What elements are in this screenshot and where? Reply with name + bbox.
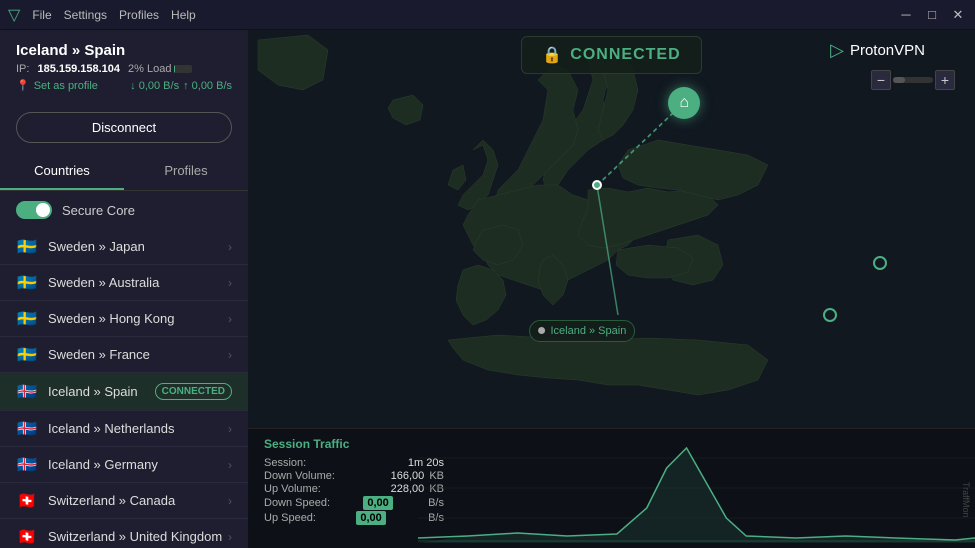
server-name-sweden-japan: Sweden » Japan	[48, 239, 228, 254]
server-item-switzerland-uk[interactable]: 🇨🇭 Switzerland » United Kingdom ›	[0, 519, 248, 548]
toggle-knob	[36, 203, 50, 217]
chevron-icon-2: ›	[228, 276, 232, 290]
traffmon-label: TraffMon	[961, 482, 971, 518]
server-load: 2% Load	[128, 63, 192, 75]
minimize-button[interactable]: ─	[897, 7, 915, 23]
server-list: 🇸🇪 Sweden » Japan › 🇸🇪 Sweden » Australi…	[0, 229, 248, 548]
flag-sweden-hk: 🇸🇪	[16, 311, 38, 326]
tab-countries[interactable]: Countries	[0, 153, 124, 190]
flag-iceland-spain: 🇮🇸	[16, 384, 38, 399]
traffic-stats: Session: 1m 20s Down Volume: 166,00 KB U…	[264, 457, 444, 525]
ip-label: IP:	[16, 63, 29, 75]
menu-bar: File Settings Profiles Help	[32, 8, 195, 22]
connection-info: Iceland » Spain IP: 185.159.158.104 2% L…	[0, 30, 248, 104]
server-item-sweden-france[interactable]: 🇸🇪 Sweden » France ›	[0, 337, 248, 373]
chevron-icon-8: ›	[228, 530, 232, 544]
server-item-switzerland-canada[interactable]: 🇨🇭 Switzerland » Canada ›	[0, 483, 248, 519]
traffic-row-up-vol: Up Volume: 228,00 KB	[264, 483, 444, 495]
traffic-chart	[418, 428, 975, 548]
traffic-panel: Session Traffic Session: 1m 20s Down Vol…	[248, 428, 975, 548]
server-item-iceland-spain[interactable]: 🇮🇸 Iceland » Spain CONNECTED	[0, 373, 248, 411]
server-name-sweden-france: Sweden » France	[48, 347, 228, 362]
chart-svg	[418, 428, 975, 548]
server-name-sweden-hk: Sweden » Hong Kong	[48, 311, 228, 326]
flag-sweden-france: 🇸🇪	[16, 347, 38, 362]
maximize-button[interactable]: □	[923, 7, 941, 23]
chevron-icon-4: ›	[228, 348, 232, 362]
server-item-iceland-germany[interactable]: 🇮🇸 Iceland » Germany ›	[0, 447, 248, 483]
session-label: Session:	[264, 457, 306, 469]
zoom-in-button[interactable]: +	[935, 70, 955, 90]
connected-server: Iceland » Spain	[16, 42, 232, 59]
down-speed-value: 0,00	[363, 496, 392, 510]
server-name-iceland-de: Iceland » Germany	[48, 457, 228, 472]
secure-core-row: Secure Core	[0, 191, 248, 229]
map-panel: ⌂ Iceland » Spain 🔒 CONNECTED	[248, 30, 975, 548]
chevron-icon: ›	[228, 240, 232, 254]
server-item-iceland-netherlands[interactable]: 🇮🇸 Iceland » Netherlands ›	[0, 411, 248, 447]
server-name-switzerland-uk: Switzerland » United Kingdom	[48, 529, 228, 544]
traffic-row-session: Session: 1m 20s	[264, 457, 444, 469]
server-item-sweden-japan[interactable]: 🇸🇪 Sweden » Japan ›	[0, 229, 248, 265]
zoom-out-button[interactable]: −	[871, 70, 891, 90]
menu-settings[interactable]: Settings	[64, 8, 107, 22]
ip-address: 185.159.158.104	[37, 63, 120, 75]
load-bar	[174, 65, 192, 73]
proton-icon: ▷	[830, 40, 844, 61]
traffic-row-down-vol: Down Volume: 166,00 KB	[264, 470, 444, 482]
main-container: Iceland » Spain IP: 185.159.158.104 2% L…	[0, 30, 975, 548]
secure-core-label: Secure Core	[62, 203, 135, 218]
profile-label: Set as profile	[34, 80, 98, 92]
title-bar: ▽ File Settings Profiles Help ─ □ ✕	[0, 0, 975, 30]
flag-switzerland-uk: 🇨🇭	[16, 529, 38, 544]
traffic-row-up-speed: Up Speed: 0,00 B/s	[264, 511, 444, 525]
chevron-icon-7: ›	[228, 494, 232, 508]
menu-file[interactable]: File	[32, 8, 51, 22]
chevron-icon-5: ›	[228, 422, 232, 436]
down-vol-label: Down Volume:	[264, 470, 335, 482]
zoom-slider[interactable]	[893, 77, 933, 83]
server-name-iceland-nl: Iceland » Netherlands	[48, 421, 228, 436]
down-speed-label: Down Speed:	[264, 497, 330, 509]
connection-details: IP: 185.159.158.104 2% Load	[16, 63, 232, 75]
zoom-slider-fill	[893, 77, 905, 83]
server-name-iceland-spain: Iceland » Spain	[48, 384, 155, 399]
flag-sweden-japan: 🇸🇪	[16, 239, 38, 254]
flag-sweden-australia: 🇸🇪	[16, 275, 38, 290]
pin-icon: 📍	[16, 79, 30, 92]
up-speed-label: Up Speed:	[264, 512, 316, 524]
flag-iceland-nl: 🇮🇸	[16, 421, 38, 436]
menu-help[interactable]: Help	[171, 8, 196, 22]
flag-switzerland-canada: 🇨🇭	[16, 493, 38, 508]
close-button[interactable]: ✕	[949, 7, 967, 23]
connected-badge: CONNECTED	[155, 383, 232, 400]
server-name-sweden-australia: Sweden » Australia	[48, 275, 228, 290]
chevron-icon-3: ›	[228, 312, 232, 326]
chevron-icon-6: ›	[228, 458, 232, 472]
traffic-row-down-speed: Down Speed: 0,00 B/s	[264, 496, 444, 510]
left-panel: Iceland » Spain IP: 185.159.158.104 2% L…	[0, 30, 248, 548]
menu-profiles[interactable]: Profiles	[119, 8, 159, 22]
secure-core-toggle[interactable]	[16, 201, 52, 219]
set-profile[interactable]: 📍 Set as profile ↓ 0,00 B/s ↑ 0,00 B/s	[16, 79, 232, 92]
tabs: Countries Profiles	[0, 153, 248, 191]
up-speed-value: 0,00	[356, 511, 385, 525]
up-vol-label: Up Volume:	[264, 483, 321, 495]
app-logo: ▽	[8, 5, 20, 25]
flag-iceland-de: 🇮🇸	[16, 457, 38, 472]
server-name-switzerland-canada: Switzerland » Canada	[48, 493, 228, 508]
disconnect-button[interactable]: Disconnect	[16, 112, 232, 143]
proton-logo: ▷ ProtonVPN	[830, 40, 925, 61]
window-controls: ─ □ ✕	[897, 7, 967, 23]
server-item-sweden-australia[interactable]: 🇸🇪 Sweden » Australia ›	[0, 265, 248, 301]
proton-name: ProtonVPN	[850, 42, 925, 59]
speed-up: ↑ 0,00 B/s	[183, 80, 232, 92]
zoom-controls: − +	[871, 70, 955, 90]
server-item-sweden-hongkong[interactable]: 🇸🇪 Sweden » Hong Kong ›	[0, 301, 248, 337]
tab-profiles[interactable]: Profiles	[124, 153, 248, 190]
speed-down: ↓ 0,00 B/s	[130, 80, 179, 92]
